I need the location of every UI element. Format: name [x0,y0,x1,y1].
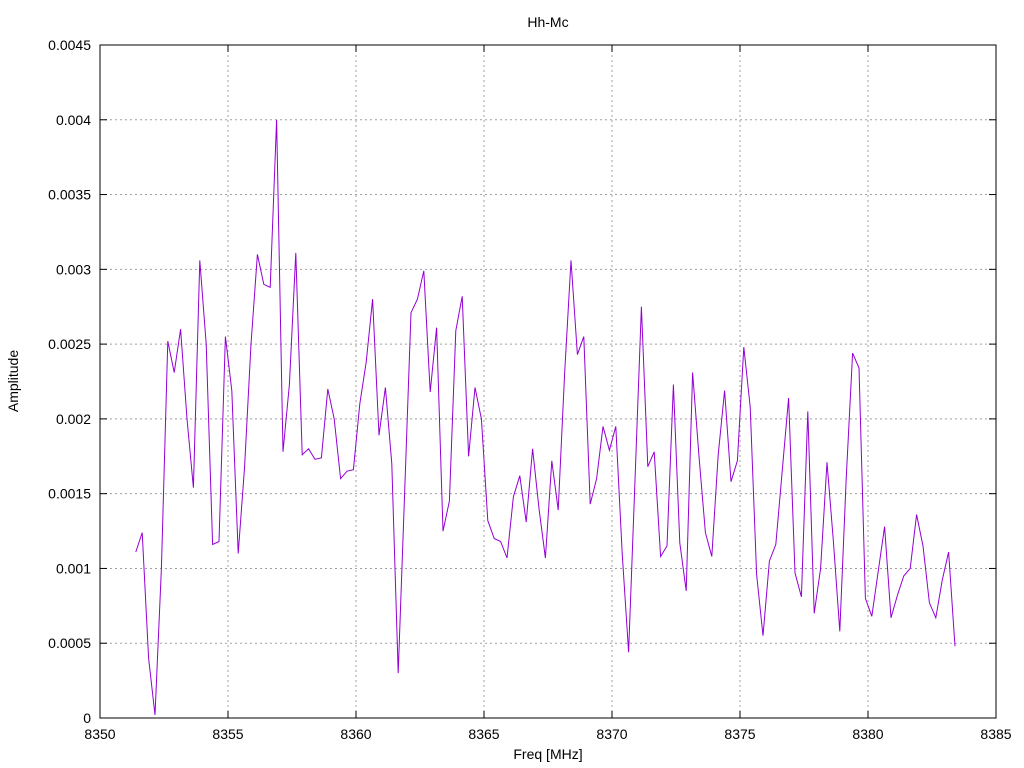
y-tick-label: 0.0025 [48,336,91,352]
x-tick-label: 8380 [852,726,883,742]
y-axis-label: Amplitude [5,350,21,412]
y-tick-labels: 0 0.0005 0.001 0.0015 0.002 0.0025 0.003 0.0035… [48,37,91,726]
x-axis-label: Freq [MHz] [513,746,582,762]
y-tick-label: 0.0045 [48,37,91,53]
y-tick-label: 0 [83,710,91,726]
line-chart: 8350 8355 8360 8365 8370 8375 8380 8385 0 0.0005… [5,14,1012,762]
axis-ticks [99,44,997,719]
series-line [135,119,956,716]
x-tick-label: 8375 [724,726,755,742]
series-layer [135,119,956,716]
y-tick-label: 0.0005 [48,635,91,651]
x-tick-label: 8355 [212,726,243,742]
x-tick-label: 8365 [468,726,499,742]
x-tick-labels: 8350 8355 8360 8365 8370 8375 8380 8385 [84,726,1011,742]
y-tick-label: 0.003 [56,261,91,277]
x-tick-label: 8370 [596,726,627,742]
grid-lines [100,45,996,718]
x-tick-label: 8360 [340,726,371,742]
y-tick-label: 0.002 [56,411,91,427]
chart-title: Hh-Mc [527,14,568,30]
y-tick-label: 0.0035 [48,187,91,203]
plot-frame [99,44,997,719]
y-tick-label: 0.004 [56,112,91,128]
x-tick-label: 8350 [84,726,115,742]
y-tick-label: 0.001 [56,560,91,576]
x-tick-label: 8385 [980,726,1011,742]
y-tick-label: 0.0015 [48,486,91,502]
